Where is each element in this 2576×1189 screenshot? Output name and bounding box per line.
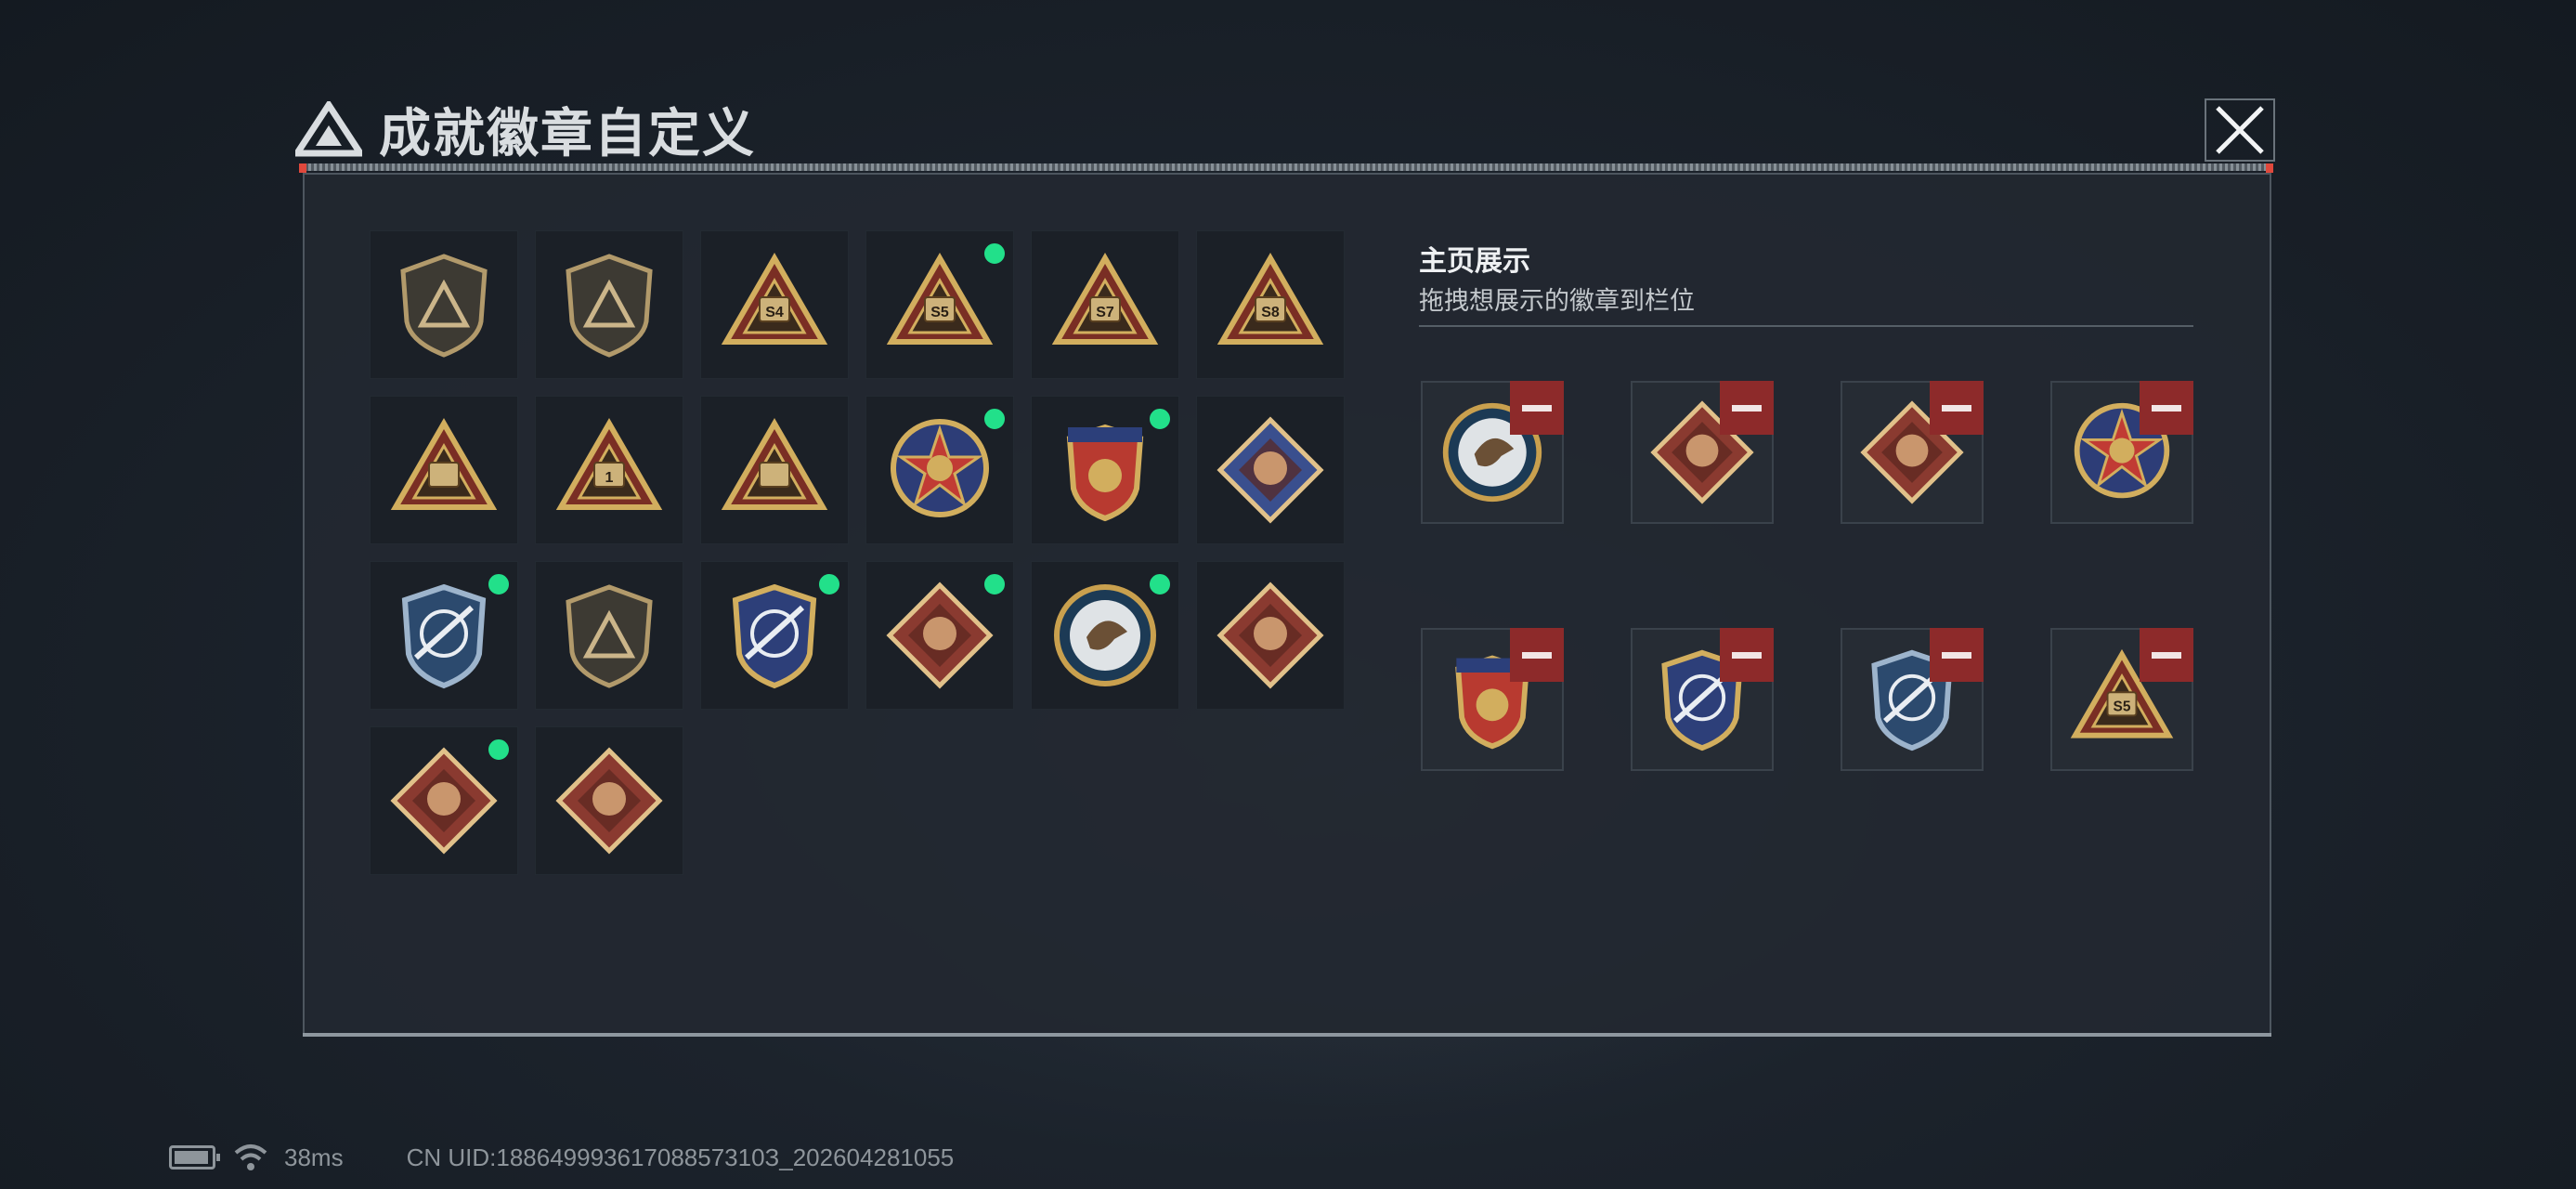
showcase-divider — [1419, 325, 2193, 327]
badge-item[interactable] — [700, 561, 849, 710]
wings-triangle-badge-icon — [390, 418, 498, 510]
dragon-diamond-badge-icon — [390, 747, 498, 855]
new-indicator-dot — [1147, 571, 1173, 597]
badge-item[interactable] — [370, 396, 518, 544]
svg-text:S8: S8 — [1261, 305, 1280, 320]
new-indicator-dot — [486, 571, 512, 597]
badge-item[interactable] — [1031, 396, 1179, 544]
remove-badge-button[interactable] — [1510, 628, 1564, 682]
badge-item[interactable]: S8 — [1196, 230, 1345, 379]
minus-icon — [1732, 651, 1762, 659]
new-indicator-dot — [816, 571, 842, 597]
showcase-slot[interactable] — [1421, 628, 1564, 771]
star-medal-badge-icon — [891, 419, 989, 517]
new-indicator-dot — [982, 571, 1008, 597]
remove-badge-button[interactable] — [1720, 628, 1774, 682]
svg-text:S5: S5 — [930, 305, 949, 320]
remove-badge-button[interactable] — [2140, 381, 2193, 435]
badge-item[interactable] — [535, 230, 683, 379]
s7-season-triangle-badge-icon: S7 — [1051, 253, 1159, 345]
showcase-slot[interactable] — [2050, 381, 2193, 524]
remove-badge-button[interactable] — [2140, 628, 2193, 682]
showcase-slot[interactable]: S5 — [2050, 628, 2193, 771]
delta-logo-icon — [295, 101, 362, 157]
s8-season-triangle-badge-icon: S8 — [1216, 253, 1324, 345]
title-accent-right — [2266, 163, 2273, 173]
new-indicator-dot — [982, 406, 1008, 432]
minus-icon — [1522, 404, 1552, 412]
badge-item[interactable]: S5 — [865, 230, 1014, 379]
badge-item[interactable] — [370, 561, 518, 710]
title-divider — [303, 163, 2271, 171]
minus-icon — [1732, 404, 1762, 412]
network-latency: 38ms — [284, 1143, 344, 1171]
close-icon — [2205, 98, 2275, 162]
triangle-shield-badge-icon — [400, 254, 488, 358]
remove-badge-button[interactable] — [1930, 381, 1984, 435]
minus-icon — [2152, 404, 2181, 412]
soldiers-triangle-badge-icon — [721, 418, 828, 510]
new-indicator-dot — [982, 241, 1008, 267]
badge-item[interactable] — [370, 726, 518, 875]
badge-collection-grid: S4 S5 S7 S8 1 — [370, 230, 1345, 875]
laurel-crest-badge-icon — [1066, 424, 1144, 522]
wifi-icon — [234, 1144, 267, 1170]
badge-item[interactable] — [535, 561, 683, 710]
user-uid: CN UID:18864999361708857310З_20260428105… — [406, 1143, 955, 1171]
new-indicator-dot — [486, 737, 512, 763]
showcase-slot[interactable] — [1631, 628, 1774, 771]
minus-icon — [1522, 651, 1552, 659]
battery-icon — [169, 1145, 220, 1169]
minus-icon — [1942, 651, 1971, 659]
badge-item[interactable]: S4 — [700, 230, 849, 379]
showcase-slot[interactable] — [1841, 381, 1984, 524]
svg-text:S4: S4 — [765, 305, 784, 320]
crossed-rifles-gold-badge-icon — [732, 583, 817, 689]
new-indicator-dot — [1147, 406, 1173, 432]
title-accent-left — [299, 163, 306, 173]
title-bar: 成就徽章自定义 — [295, 87, 756, 171]
badge-item[interactable] — [865, 561, 1014, 710]
runner-diamond-badge-icon — [555, 747, 663, 855]
badge-item[interactable] — [370, 230, 518, 379]
close-button[interactable] — [2205, 98, 2275, 162]
badge-item[interactable] — [535, 726, 683, 875]
svg-text:S5: S5 — [2114, 699, 2131, 715]
minus-icon — [1942, 404, 1971, 412]
dragon-diamond-badge-icon — [1216, 581, 1324, 689]
badge-item[interactable]: S7 — [1031, 230, 1179, 379]
rifle-crosshair-blue-badge-icon — [401, 583, 487, 689]
showcase-title: 主页展示 — [1419, 245, 1530, 278]
wolf-diamond-badge-icon — [886, 581, 994, 689]
remove-badge-button[interactable] — [1930, 628, 1984, 682]
helicopter-shield-badge-icon — [566, 254, 653, 358]
s4-season-triangle-badge-icon: S4 — [721, 253, 828, 345]
svg-text:S7: S7 — [1096, 305, 1114, 320]
showcase-slots: S5 — [1421, 381, 2193, 771]
status-bar: 38ms CN UID:18864999361708857310З_202604… — [169, 1139, 954, 1176]
badge-item[interactable] — [1031, 561, 1179, 710]
remove-badge-button[interactable] — [1510, 381, 1564, 435]
s5-season-triangle-badge-icon: S5 — [886, 253, 994, 345]
eagle-round-badge-icon — [1054, 584, 1156, 686]
badge-item[interactable]: 1 — [535, 396, 683, 544]
page-title: 成就徽章自定义 — [379, 103, 756, 164]
remove-badge-button[interactable] — [1720, 381, 1774, 435]
showcase-slot[interactable] — [1631, 381, 1774, 524]
badge-item[interactable] — [865, 396, 1014, 544]
showcase-subtitle: 拖拽想展示的徽章到栏位 — [1419, 287, 1695, 316]
rifle-shield-badge-icon — [566, 584, 653, 688]
minus-icon — [2152, 651, 2181, 659]
badge-item[interactable] — [1196, 561, 1345, 710]
diamond-crest-badge-icon — [1216, 416, 1324, 524]
showcase-slot[interactable] — [1421, 381, 1564, 524]
badge-item[interactable] — [1196, 396, 1345, 544]
panel-bottom-edge — [303, 1033, 2271, 1037]
showcase-slot[interactable] — [1841, 628, 1984, 771]
svg-text:1: 1 — [605, 470, 614, 486]
badge-item[interactable] — [700, 396, 849, 544]
number-one-triangle-badge-icon: 1 — [555, 418, 663, 510]
